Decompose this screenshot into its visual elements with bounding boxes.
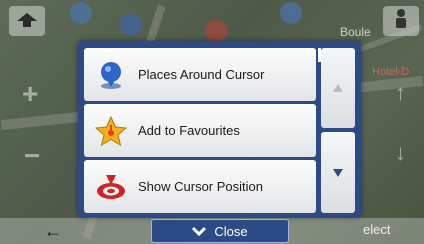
poi-icon — [120, 14, 142, 36]
arrow-down-icon — [333, 164, 343, 182]
poi-label: Hotel-D — [372, 66, 410, 78]
pin-icon — [84, 48, 138, 101]
menu-item-places-around-cursor[interactable]: Places Around Cursor — [84, 48, 316, 101]
star-icon — [84, 104, 138, 157]
info-button[interactable] — [383, 6, 419, 36]
poi-icon — [280, 2, 302, 24]
scrollbar — [321, 48, 355, 213]
poi-icon — [205, 20, 227, 42]
tilt-down-icon[interactable]: ↓ — [395, 140, 406, 166]
scroll-up-button[interactable] — [321, 48, 355, 128]
top-bar — [0, 0, 424, 42]
close-label: Close — [214, 223, 248, 239]
person-icon — [393, 8, 409, 35]
arrow-up-icon — [333, 79, 343, 97]
cursor-menu-dialog: Places Around Cursor Add to Favourites S… — [78, 41, 361, 243]
close-button[interactable]: Close — [151, 219, 289, 243]
zoom-in-icon[interactable]: + — [22, 78, 38, 110]
tilt-up-icon[interactable]: ↑ — [395, 80, 406, 106]
menu-item-label: Add to Favourites — [138, 123, 240, 138]
zoom-out-icon[interactable]: − — [24, 140, 40, 172]
select-button[interactable]: elect — [363, 222, 390, 237]
poi-icon — [70, 2, 92, 24]
scroll-down-button[interactable] — [321, 132, 355, 213]
map-view-toggle-button[interactable] — [9, 6, 45, 36]
cursor-target-icon — [84, 160, 138, 213]
chevron-down-icon — [192, 224, 207, 239]
menu-item-label: Show Cursor Position — [138, 179, 263, 194]
menu-item-label: Places Around Cursor — [138, 67, 265, 82]
menu-list: Places Around Cursor Add to Favourites S… — [84, 48, 316, 213]
menu-item-show-cursor-position[interactable]: Show Cursor Position — [84, 160, 316, 213]
menu-item-add-to-favourites[interactable]: Add to Favourites — [84, 104, 316, 157]
back-arrow-icon[interactable]: ← — [44, 221, 62, 242]
compass-icon — [15, 9, 39, 34]
